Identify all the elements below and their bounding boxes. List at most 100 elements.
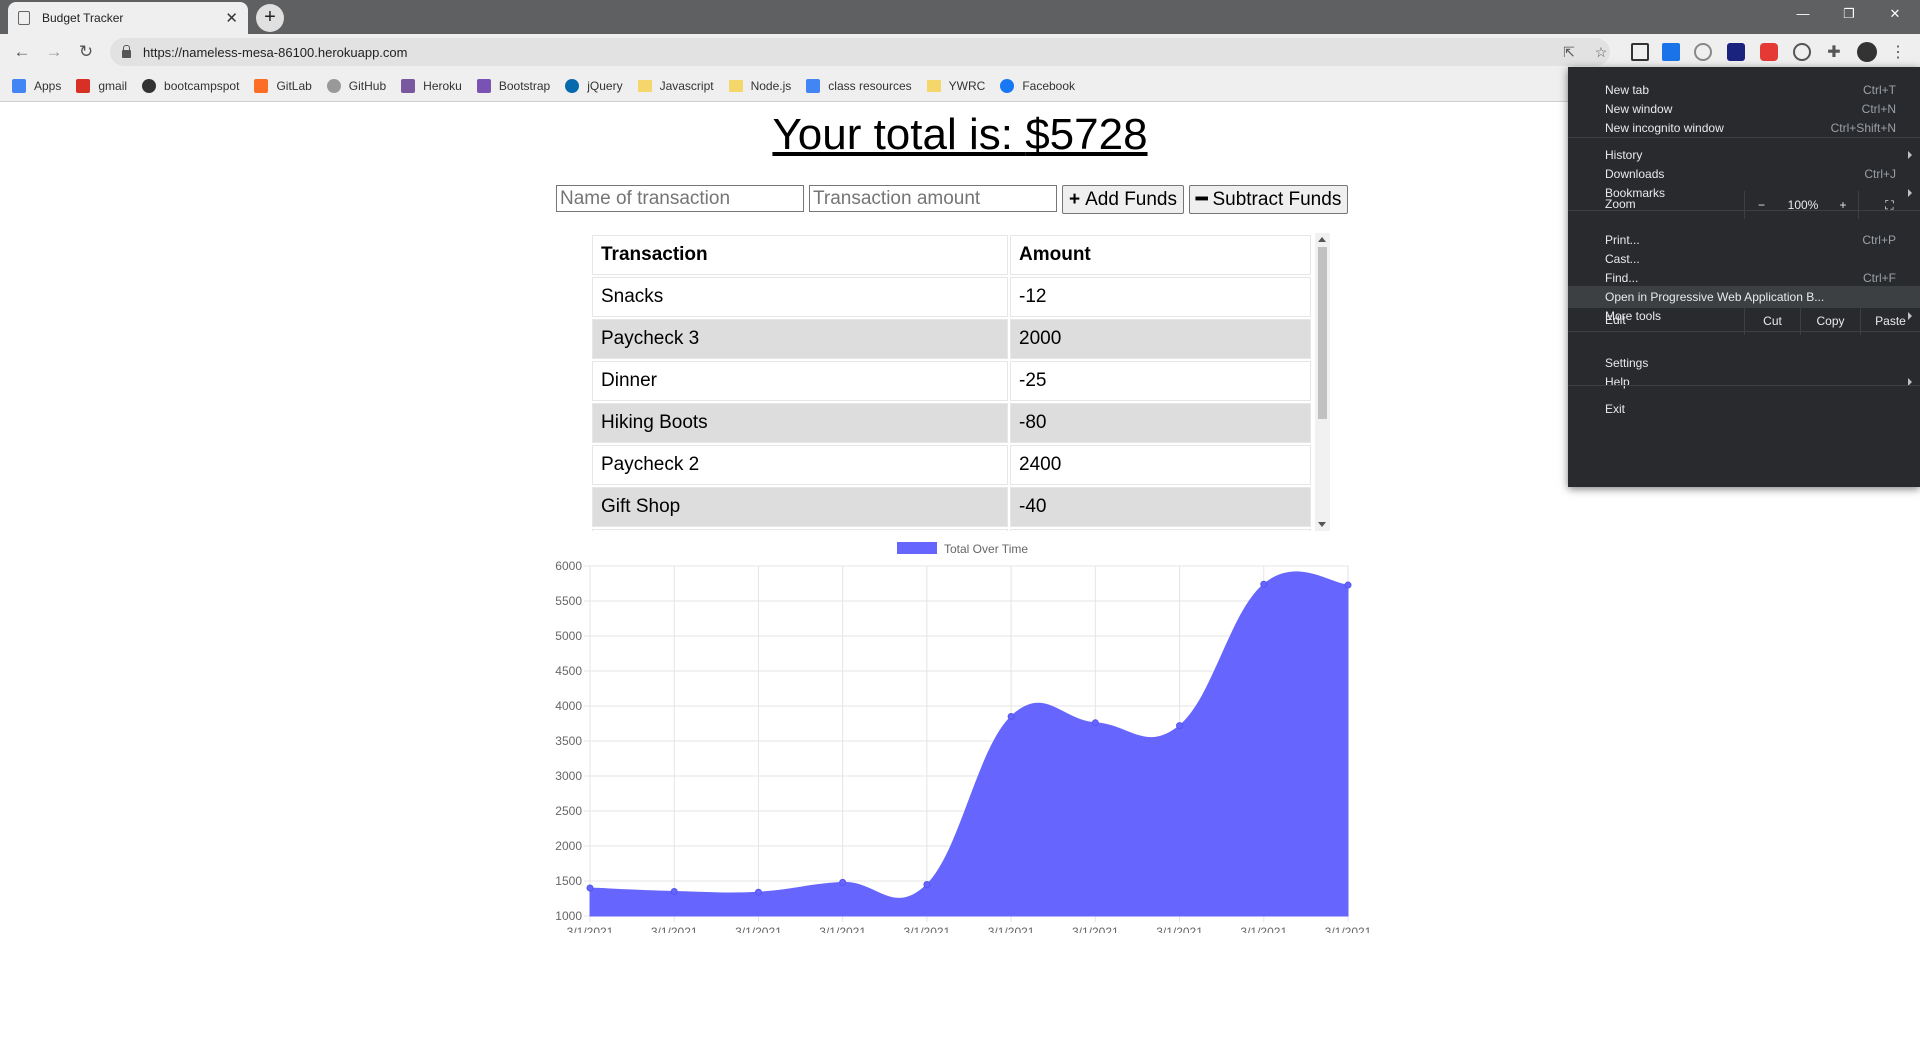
transaction-name-cell: Paycheck 3	[592, 319, 1008, 359]
x-tick-label: 3/1/2021	[1325, 925, 1372, 933]
camera-extension-icon[interactable]	[1694, 43, 1712, 61]
extension-blue-icon[interactable]	[1662, 43, 1680, 61]
y-tick-label: 4000	[555, 699, 582, 713]
x-tick-label: 3/1/2021	[1156, 925, 1203, 933]
transaction-amount-input[interactable]	[809, 185, 1057, 212]
x-tick-label: 3/1/2021	[819, 925, 866, 933]
bookmark-gmail[interactable]: gmail	[76, 78, 128, 93]
bookmark-node-js[interactable]: Node.js	[728, 79, 791, 93]
bookmark-jquery[interactable]: jQuery	[565, 78, 623, 93]
menu-item-label: Exit	[1605, 402, 1626, 416]
bookmark-star-icon[interactable]: ☆	[1592, 44, 1610, 61]
scroll-down-icon[interactable]	[1318, 522, 1326, 527]
y-tick-label: 5500	[555, 594, 582, 608]
menu-item-new-incognito-window[interactable]: New incognito window Ctrl+Shift+N	[1568, 117, 1920, 139]
legend-swatch	[897, 542, 937, 554]
bookmark-class-resources[interactable]: class resources	[806, 78, 912, 93]
bookmark-ywrc[interactable]: YWRC	[926, 78, 986, 93]
bookmark-label: YWRC	[948, 78, 986, 93]
cut-button[interactable]: Cut	[1744, 307, 1800, 335]
menu-item-exit[interactable]: Exit	[1568, 398, 1920, 420]
extensions-puzzle-icon[interactable]: ✚	[1825, 42, 1843, 62]
x-tick-label: 3/1/2021	[567, 925, 614, 933]
y-tick-label: 2000	[555, 839, 582, 853]
bookmark-label: jQuery	[587, 78, 623, 93]
gitlab-icon	[254, 78, 269, 93]
transaction-amount-cell: -80	[1010, 403, 1311, 443]
transaction-amount-cell	[1010, 529, 1311, 531]
reload-icon[interactable]: ↻	[74, 40, 98, 64]
bookmark-heroku[interactable]: Heroku	[401, 78, 462, 93]
fullscreen-icon[interactable]: ⛶	[1858, 191, 1920, 219]
chrome-menu-icon[interactable]: ⋮	[1889, 42, 1907, 62]
forward-icon[interactable]: →	[42, 40, 66, 64]
extension-info-icon[interactable]	[1793, 43, 1811, 61]
folder-icon	[637, 79, 652, 92]
bookmark-label: gmail	[98, 78, 128, 93]
menu-shortcut: Ctrl+J	[1864, 167, 1896, 181]
folder-icon	[926, 79, 941, 92]
profile-avatar[interactable]	[1857, 42, 1877, 62]
add-funds-button[interactable]: + Add Funds	[1062, 185, 1185, 214]
extension-screen-icon[interactable]	[1727, 43, 1745, 61]
window-close-icon[interactable]: ✕	[1872, 0, 1918, 30]
screenshot-extension-icon[interactable]	[1631, 43, 1649, 61]
table-scrollbar[interactable]	[1315, 233, 1330, 531]
transaction-name-input[interactable]	[556, 185, 804, 212]
transactions-table: Transaction Amount Snacks -12 Paycheck 3 20…	[590, 233, 1313, 531]
paste-button[interactable]: Paste	[1860, 307, 1920, 335]
y-tick-label: 6000	[555, 559, 582, 573]
total-label: Your total is:	[772, 110, 1026, 159]
zoom-out-button[interactable]: −	[1744, 191, 1778, 219]
bookmark-label: Facebook	[1022, 78, 1076, 93]
data-point	[670, 888, 678, 895]
restore-icon[interactable]: ❐	[1826, 0, 1872, 30]
legend-label: Total Over Time	[944, 542, 1028, 556]
new-tab-button[interactable]: +	[256, 4, 284, 32]
scrollbar-thumb[interactable]	[1318, 247, 1327, 419]
bookmark-javascript[interactable]: Javascript	[637, 79, 714, 93]
page-favicon-icon	[18, 11, 30, 25]
table-row-partial	[592, 529, 1311, 531]
menu-separator	[1568, 385, 1920, 386]
minimize-icon[interactable]: —	[1780, 0, 1826, 30]
menu-item-help[interactable]: Help	[1568, 371, 1920, 393]
extension-red-icon[interactable]	[1760, 43, 1778, 61]
scroll-up-icon[interactable]	[1318, 237, 1326, 242]
data-point	[1007, 713, 1015, 720]
back-icon[interactable]: ←	[10, 40, 34, 64]
table-row: Paycheck 2 2400	[592, 445, 1311, 485]
bookmark-bootstrap[interactable]: Bootstrap	[476, 78, 550, 93]
address-bar[interactable]: https://nameless-mesa-86100.herokuapp.co…	[110, 38, 1610, 66]
transaction-amount-cell: -25	[1010, 361, 1311, 401]
close-tab-icon[interactable]: ✕	[225, 9, 238, 27]
data-point	[754, 888, 762, 896]
zoom-in-button[interactable]: +	[1828, 191, 1858, 219]
transactions-table-container[interactable]: Transaction Amount Snacks -12 Paycheck 3 20…	[590, 233, 1330, 531]
transaction-name-cell: Snacks	[592, 277, 1008, 317]
jquery-icon	[565, 78, 580, 93]
apps-grid-icon	[12, 78, 26, 93]
x-tick-label: 3/1/2021	[735, 925, 782, 933]
github-icon	[326, 78, 341, 93]
transaction-name-cell: Gift Shop	[592, 487, 1008, 527]
menu-item-label: Help	[1605, 375, 1630, 389]
transaction-amount-cell: 2000	[1010, 319, 1311, 359]
subtract-funds-button[interactable]: ━ Subtract Funds	[1189, 185, 1349, 214]
menu-shortcut: Ctrl+P	[1862, 233, 1896, 247]
x-tick-label: 3/1/2021	[651, 925, 698, 933]
bookmark-gitlab[interactable]: GitLab	[254, 78, 312, 93]
bookmark-bootcampspot[interactable]: bootcampspot	[142, 78, 239, 93]
bookmark-apps[interactable]: Apps	[12, 78, 61, 93]
transaction-name-cell: Paycheck 2	[592, 445, 1008, 485]
y-tick-label: 1000	[555, 909, 582, 923]
bookmark-github[interactable]: GitHub	[326, 78, 386, 93]
x-tick-label: 3/1/2021	[988, 925, 1035, 933]
menu-item-label: Settings	[1605, 356, 1649, 370]
bookmark-facebook[interactable]: Facebook	[1000, 78, 1076, 93]
copy-button[interactable]: Copy	[1800, 307, 1860, 335]
lock-icon	[122, 44, 131, 58]
menu-item-label: Print...	[1605, 233, 1640, 247]
browser-tab[interactable]: Budget Tracker ✕	[8, 2, 248, 34]
open-in-app-icon[interactable]: ⇱	[1560, 44, 1578, 61]
